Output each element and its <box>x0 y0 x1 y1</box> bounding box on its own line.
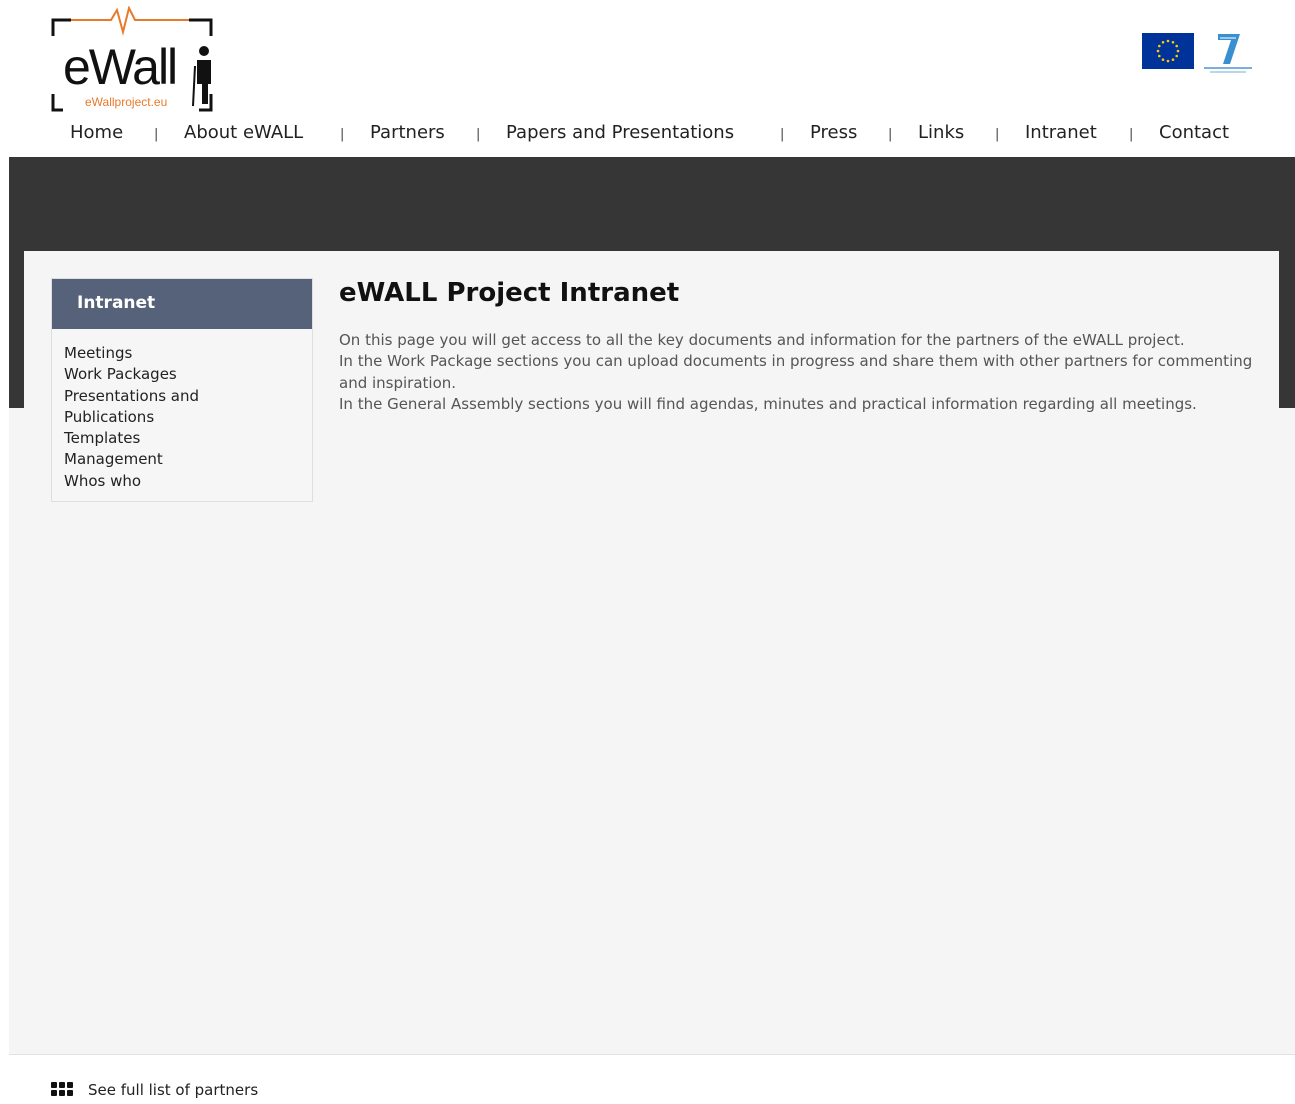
nav-separator: | <box>154 127 159 142</box>
sidebar-item-presentations[interactable]: Presentations and Publications <box>64 386 224 429</box>
work-package-paragraph: In the Work Package sections you can upl… <box>339 352 1253 392</box>
nav-press[interactable]: Press <box>810 122 857 143</box>
intro-paragraph: On this page you will get access to all … <box>339 331 1185 349</box>
page-title: eWALL Project Intranet <box>339 278 680 308</box>
nav-separator: | <box>995 127 1000 142</box>
logo-url: eWallproject.eu <box>83 95 170 109</box>
nav-contact[interactable]: Contact <box>1159 122 1229 143</box>
nav-about[interactable]: About eWALL <box>184 122 303 143</box>
nav-intranet[interactable]: Intranet <box>1025 122 1097 143</box>
fp7-logo-icon <box>1200 30 1254 76</box>
nav-papers[interactable]: Papers and Presentations <box>506 122 734 143</box>
general-assembly-paragraph: In the General Assembly sections you wil… <box>339 394 1197 413</box>
ewall-logo[interactable]: eWall eWallproject.eu <box>49 6 221 118</box>
eu-flag-icon <box>1142 33 1194 69</box>
main-nav: Home | About eWALL | Partners | Papers a… <box>0 122 1295 150</box>
nav-separator: | <box>340 127 345 142</box>
nav-separator: | <box>780 127 785 142</box>
sidebar-item-management[interactable]: Management <box>64 449 312 470</box>
nav-separator: | <box>888 127 893 142</box>
grid-icon <box>51 1082 73 1098</box>
see-partners-link[interactable]: See full list of partners <box>51 1080 258 1100</box>
sidebar-item-work-packages[interactable]: Work Packages <box>64 364 312 385</box>
page-body: On this page you will get access to all … <box>339 330 1269 415</box>
sidebar-item-whos-who[interactable]: Whos who <box>64 471 312 492</box>
nav-partners[interactable]: Partners <box>370 122 445 143</box>
sidebar-menu: Meetings Work Packages Presentations and… <box>52 329 312 492</box>
footer-divider <box>9 1054 1295 1055</box>
logo-wordmark: eWall <box>63 39 178 95</box>
intranet-sidebar: Intranet Meetings Work Packages Presenta… <box>51 278 313 502</box>
see-partners-label: See full list of partners <box>88 1081 259 1099</box>
nav-home[interactable]: Home <box>70 122 123 143</box>
sidebar-title: Intranet <box>52 279 312 329</box>
sidebar-item-templates[interactable]: Templates <box>64 428 312 449</box>
sidebar-item-meetings[interactable]: Meetings <box>64 343 312 364</box>
nav-separator: | <box>476 127 481 142</box>
nav-links[interactable]: Links <box>918 122 964 143</box>
nav-separator: | <box>1129 127 1134 142</box>
